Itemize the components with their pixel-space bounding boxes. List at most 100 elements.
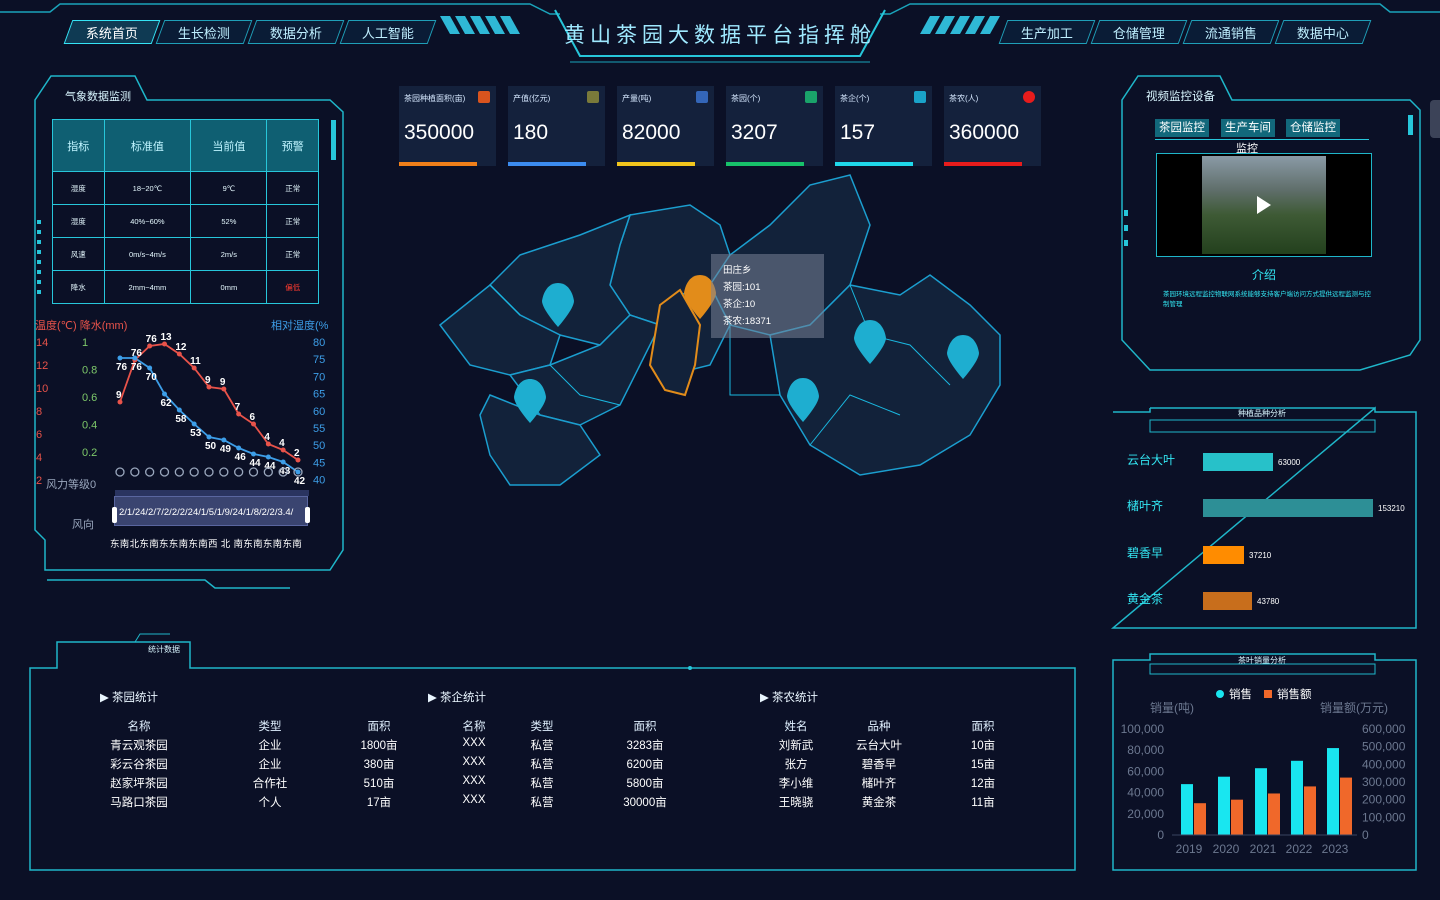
weather-chart-label-left: 温度(℃) 降水(mm)	[35, 320, 128, 332]
table-row: 湿度 18~20℃ 9℃ 正常	[52, 171, 319, 205]
sales-chart: 100,000 80,000 60,000 40,000 20,000 0 600,000 5…	[1121, 722, 1406, 856]
kpi-label: 产值(亿元)	[513, 94, 551, 103]
kpi-card: 茶农(人) 360000	[944, 86, 1041, 166]
weather-header-alert: 预警	[266, 119, 319, 172]
stats-cell: 5800亩	[626, 778, 664, 790]
kpi-label: 茶园种植面积(亩)	[404, 94, 466, 103]
table-row: 降水 2mm~4mm 0mm 偏低	[52, 270, 319, 304]
rain-tick-label: 0.8	[82, 365, 97, 377]
nav-analysis[interactable]: 数据分析	[247, 20, 345, 44]
weather-title: 气象数据监测	[65, 91, 131, 103]
tab-workshop[interactable]: 生产车间	[1221, 119, 1275, 137]
variety-label: 黄金茶	[1127, 592, 1164, 606]
temperature-data-label: 12	[175, 342, 187, 353]
variety-bar	[1203, 546, 1244, 564]
play-icon[interactable]	[1257, 196, 1271, 214]
legend-dot	[1216, 690, 1224, 698]
humidity-point	[236, 445, 242, 451]
cell: 风速	[52, 237, 105, 271]
company-stats-title: ▶ 茶企统计	[428, 692, 487, 704]
tooltip-title: 田庄乡	[723, 265, 752, 276]
temperature-data-label: 76	[131, 348, 143, 359]
kpi-label: 茶园(个)	[731, 94, 761, 103]
humidity-data-label: 76	[131, 362, 143, 373]
variety-label: 槠叶齐	[1127, 499, 1164, 513]
stats-column-header: 品种	[867, 721, 891, 733]
temperature-data-label: 4	[264, 432, 270, 443]
nav-ai[interactable]: 人工智能	[339, 20, 437, 44]
cell: 正常	[266, 204, 319, 238]
tab-storage-monitor[interactable]: 仓储监控	[1286, 119, 1340, 137]
sales-title: 茶叶销量分析	[1238, 656, 1286, 665]
nav-home[interactable]: 系统首页	[63, 20, 161, 44]
nav-sales[interactable]: 流通销售	[1182, 20, 1280, 44]
y-tick-label: 60,000	[1127, 764, 1164, 778]
amount-bar	[1340, 777, 1352, 835]
weather-header-metric: 指标	[52, 119, 105, 172]
y-tick-label: 80,000	[1127, 743, 1164, 757]
cell: 湿度	[52, 204, 105, 238]
temperature-data-label: 13	[161, 332, 173, 343]
kpi-value: 350000	[404, 121, 475, 144]
table-row: 湿度 40%~60% 52% 正常	[52, 204, 319, 238]
wind-level-marker	[248, 467, 259, 477]
legend-sales[interactable]: 销售	[1229, 686, 1252, 702]
stats-column-header: 面积	[633, 721, 657, 733]
stats-cell: 380亩	[363, 759, 395, 771]
humidity-data-label: 49	[220, 444, 232, 455]
stats-cell: 合作社	[252, 778, 288, 790]
side-drawer-handle[interactable]	[1430, 100, 1440, 138]
slider-left-handle[interactable]	[112, 507, 117, 523]
humidity-point	[191, 421, 197, 427]
humidity-tick-label: 55	[313, 423, 325, 435]
kpi-label: 茶农(人)	[949, 94, 979, 103]
stats-cell: 黄金茶	[861, 797, 897, 809]
nav-data-center[interactable]: 数据中心	[1274, 20, 1372, 44]
alert-cell: 偏低	[266, 270, 319, 304]
legend-amount[interactable]: 销售额	[1277, 686, 1312, 702]
y2-tick-label: 300,000	[1362, 775, 1406, 789]
stats-cell: 赵家坪茶园	[110, 778, 168, 790]
cell: 0m/s~4m/s	[103, 237, 192, 271]
company-title: 茶企统计	[440, 692, 487, 704]
humidity-point	[162, 391, 167, 397]
stats-column-header: 面积	[971, 721, 995, 733]
nav-growth[interactable]: 生长检测	[155, 20, 253, 44]
kpi-label: 产量(吨)	[622, 94, 652, 103]
humidity-point	[221, 437, 227, 443]
wind-level-label: 风力等级0	[46, 479, 97, 491]
stats-cell: 企业	[258, 759, 282, 771]
kpi-value: 360000	[949, 121, 1020, 144]
kpi-value: 3207	[731, 121, 778, 144]
page-title: 黄山茶园大数据平台指挥舱	[564, 24, 876, 47]
temp-tick-label: 12	[36, 360, 48, 372]
wind-level-marker	[219, 467, 229, 477]
nav-processing[interactable]: 生产加工	[998, 20, 1096, 44]
video-player[interactable]	[1156, 153, 1372, 257]
kpi-card: 茶园种植面积(亩) 350000	[399, 86, 496, 166]
y-tick-label: 20,000	[1127, 807, 1164, 821]
stats-cell: 15亩	[970, 759, 996, 771]
nav-storage[interactable]: 仓储管理	[1090, 20, 1188, 44]
map-tooltip: 田庄乡 茶园:101 茶企:10 茶农:18371	[711, 254, 824, 338]
tab-garden-monitor[interactable]: 茶园监控	[1155, 119, 1209, 137]
slider-right-handle[interactable]	[305, 507, 310, 523]
variety-value: 37210	[1249, 551, 1272, 560]
tooltip-line: 茶企:10	[723, 299, 756, 310]
x-tick-label: 2023	[1322, 842, 1349, 856]
date-slider[interactable]: 2/1/24/2/7/2/2/2/24/1/5/1/9/24/1/8/2/2/3…	[112, 490, 310, 526]
wind-level-marker	[189, 467, 199, 477]
stats-cell: 张方	[784, 759, 808, 771]
humidity-data-label: 53	[190, 428, 202, 439]
variety-value: 43780	[1257, 597, 1280, 606]
video-title: 视频监控设备	[1146, 91, 1215, 103]
stats-column-header: 面积	[367, 721, 391, 733]
weather-header-current: 当前值	[190, 119, 268, 172]
humidity-tick-label: 40	[313, 475, 325, 487]
variety-bar	[1203, 499, 1373, 517]
farmer-icon	[1023, 91, 1035, 103]
stats-cell: 17亩	[366, 797, 392, 809]
sales-y2label: 销量额(万元)	[1320, 701, 1388, 715]
stats-cell: 青云观茶园	[110, 740, 168, 752]
kpi-value: 82000	[622, 121, 681, 144]
